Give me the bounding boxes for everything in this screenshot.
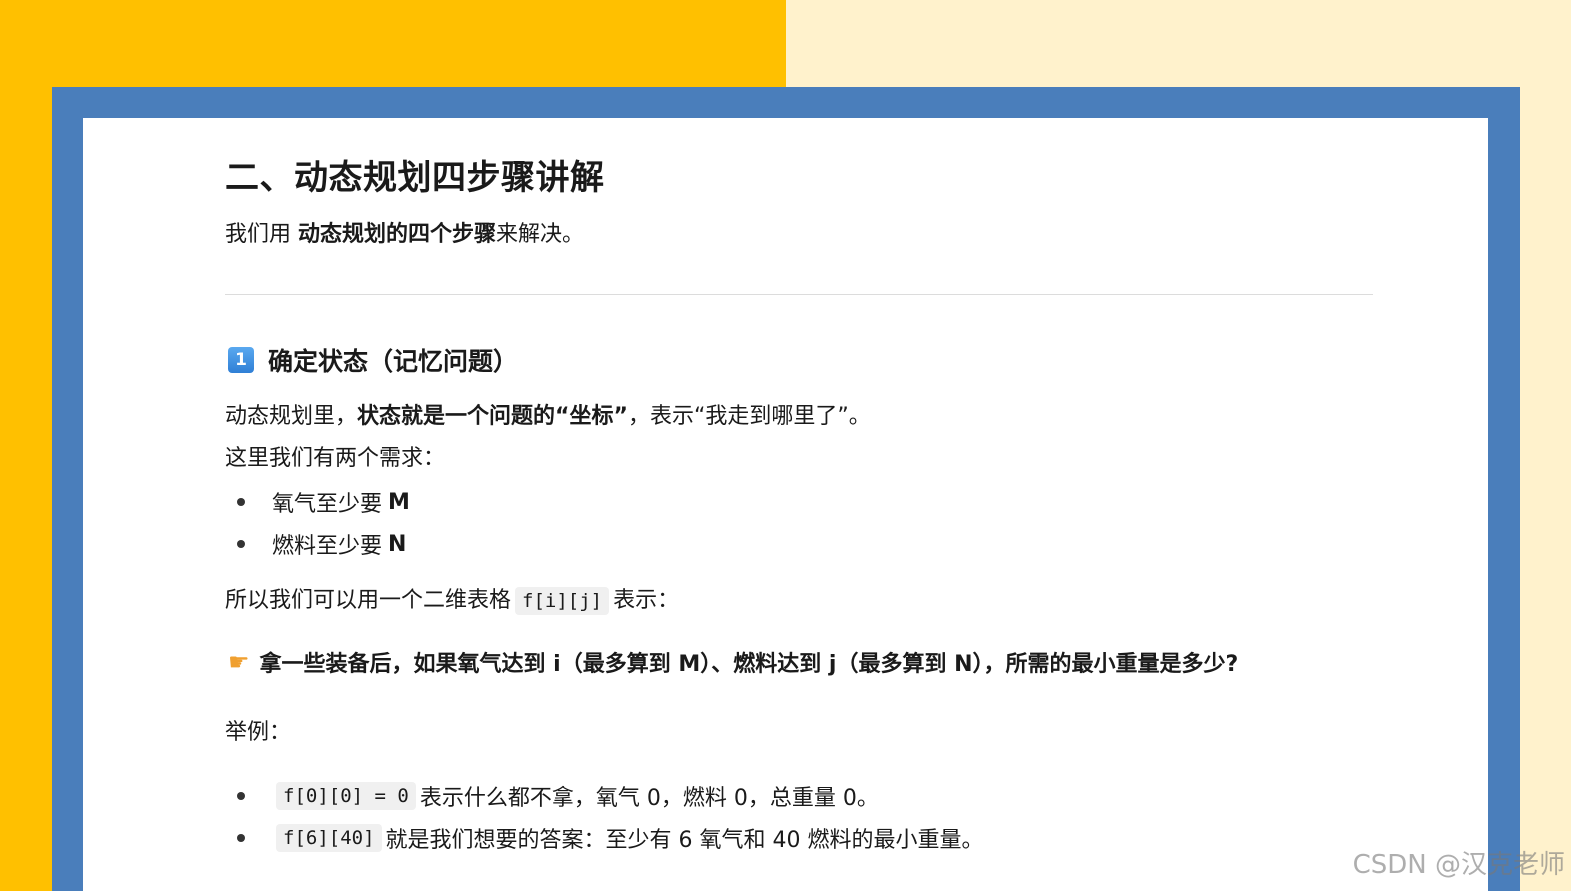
- step1-title: 确定状态（记忆问题）: [268, 347, 519, 376]
- table-definition-paragraph: 所以我们可以用一个二维表格 f[i][j] 表示：: [225, 587, 680, 615]
- inline-code: f[6][40]: [276, 824, 382, 852]
- example-label: 举例：: [225, 720, 292, 745]
- needs-intro: 这里我们有两个需求：: [225, 446, 446, 471]
- step1-heading: 1 确定状态（记忆问题）: [228, 342, 518, 378]
- inline-code: f[i][j]: [515, 587, 610, 615]
- list-item-example-1: f[0][0] = 0 表示什么都不拿，氧气 0，燃料 0，总重量 0。: [237, 780, 879, 812]
- bullet-icon: [237, 498, 245, 506]
- state-definition-paragraph: 动态规划里，状态就是一个问题的“坐标”，表示“我走到哪里了”。: [225, 404, 871, 429]
- inline-code: f[0][0] = 0: [276, 782, 416, 810]
- bullet-icon: [237, 834, 245, 842]
- key-question: ☛ 拿一些装备后，如果氧气达到 i（最多算到 M）、燃料达到 j（最多算到 N）…: [228, 648, 1239, 677]
- bullet-icon: [237, 540, 245, 548]
- keycap-one-icon: 1: [228, 347, 254, 373]
- pointing-hand-icon: ☛: [228, 648, 250, 676]
- list-item-fuel: 燃料至少要 N: [237, 528, 406, 560]
- bullet-icon: [237, 792, 245, 800]
- list-item-example-2: f[6][40] 就是我们想要的答案：至少有 6 氧气和 40 燃料的最小重量。: [237, 822, 983, 854]
- intro-paragraph: 我们用 动态规划的四个步骤来解决。: [225, 222, 585, 247]
- list-item-oxygen: 氧气至少要 M: [237, 486, 410, 518]
- horizontal-divider: [225, 294, 1373, 295]
- section-heading: 二、动态规划四步骤讲解: [225, 158, 605, 198]
- watermark: CSDN @汉克老师: [1352, 850, 1565, 880]
